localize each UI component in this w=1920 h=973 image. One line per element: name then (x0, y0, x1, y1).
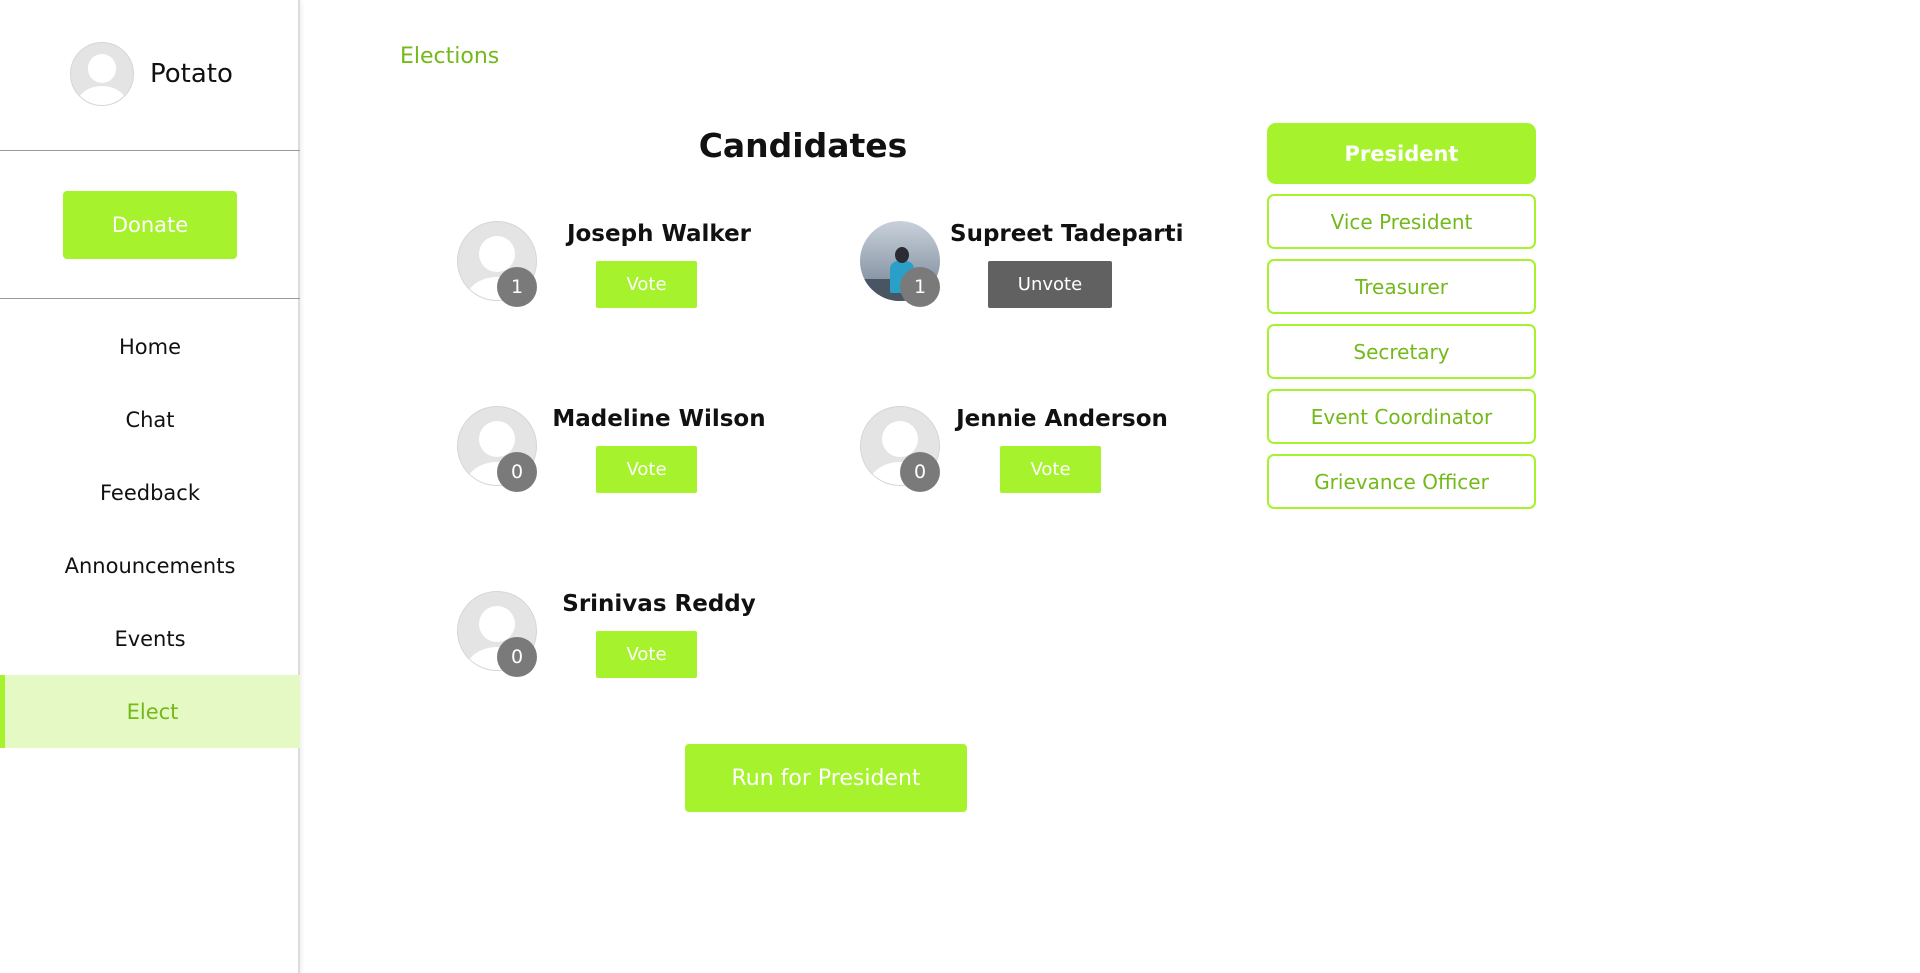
app-root: Potato Donate Home Chat Feedback Announc… (0, 0, 1920, 973)
sidebar-divider (0, 298, 300, 299)
role-vice-president[interactable]: Vice President (1267, 194, 1536, 249)
donate-button[interactable]: Donate (63, 191, 237, 259)
sidebar-item-announcements[interactable]: Announcements (0, 529, 300, 602)
vote-count-badge: 0 (497, 637, 537, 677)
candidate-card: 0 Madeline Wilson Vote (457, 406, 797, 496)
role-selector: President Vice President Treasurer Secre… (1267, 123, 1536, 519)
sidebar-item-chat[interactable]: Chat (0, 383, 300, 456)
candidate-name: Jennie Anderson (956, 406, 1168, 432)
vote-count-badge: 1 (900, 267, 940, 307)
vote-count-badge: 0 (497, 452, 537, 492)
user-name: Potato (150, 59, 233, 89)
candidate-card: 1 Supreet Tadeparti Unvote (860, 221, 1200, 311)
sidebar: Potato Donate Home Chat Feedback Announc… (0, 0, 300, 973)
user-profile[interactable]: Potato (70, 42, 233, 106)
candidate-name: Supreet Tadeparti (950, 221, 1184, 247)
vote-button[interactable]: Vote (596, 261, 697, 308)
vote-button[interactable]: Vote (596, 631, 697, 678)
role-treasurer[interactable]: Treasurer (1267, 259, 1536, 314)
vote-button[interactable]: Vote (596, 446, 697, 493)
vote-count-badge: 1 (497, 267, 537, 307)
role-secretary[interactable]: Secretary (1267, 324, 1536, 379)
vote-button[interactable]: Vote (1000, 446, 1101, 493)
candidate-card: 0 Jennie Anderson Vote (860, 406, 1200, 496)
sidebar-item-home[interactable]: Home (0, 310, 300, 383)
candidate-name: Madeline Wilson (552, 406, 766, 432)
role-president[interactable]: President (1267, 123, 1536, 184)
role-grievance-officer[interactable]: Grievance Officer (1267, 454, 1536, 509)
sidebar-divider (0, 150, 300, 151)
candidate-card: 1 Joseph Walker Vote (457, 221, 797, 311)
candidate-name: Srinivas Reddy (562, 591, 756, 617)
sidebar-nav: Home Chat Feedback Announcements Events … (0, 310, 300, 748)
role-event-coordinator[interactable]: Event Coordinator (1267, 389, 1536, 444)
unvote-button[interactable]: Unvote (988, 261, 1112, 308)
sidebar-item-feedback[interactable]: Feedback (0, 456, 300, 529)
candidate-card: 0 Srinivas Reddy Vote (457, 591, 797, 681)
user-avatar (70, 42, 134, 106)
sidebar-item-events[interactable]: Events (0, 602, 300, 675)
sidebar-item-elect[interactable]: Elect (0, 675, 300, 748)
vote-count-badge: 0 (900, 452, 940, 492)
run-for-position-button[interactable]: Run for President (685, 744, 967, 812)
candidate-name: Joseph Walker (566, 221, 752, 247)
page-title: Candidates (698, 126, 908, 165)
breadcrumb[interactable]: Elections (400, 44, 499, 69)
